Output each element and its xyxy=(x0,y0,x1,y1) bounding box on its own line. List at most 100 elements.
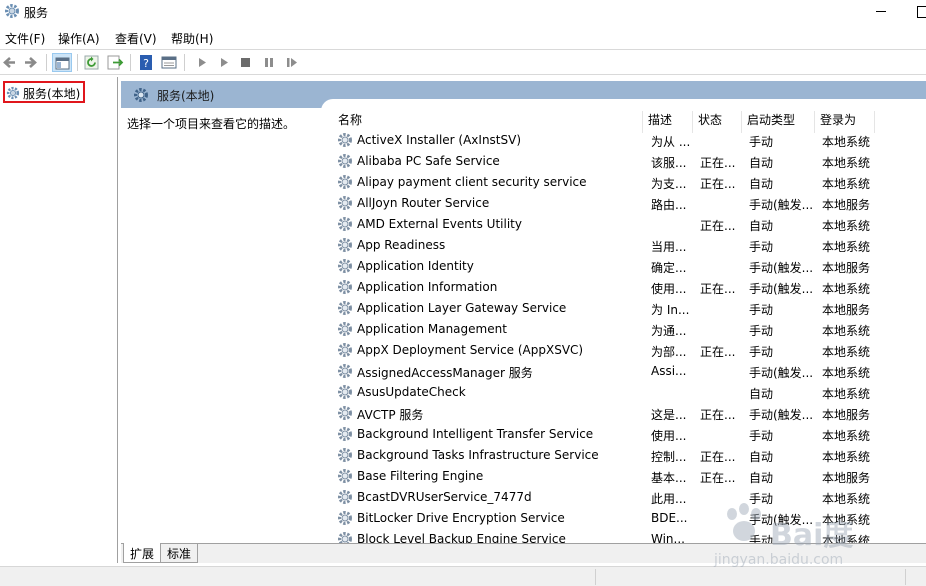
cell-status: 正在... xyxy=(700,282,736,296)
table-row[interactable]: Alibaba PC Safe Service 该服... 正在... 自动 本地系统 xyxy=(333,151,926,172)
cell-logon-as: 本地系统 xyxy=(822,429,871,443)
tab-standard[interactable]: 标准 xyxy=(160,543,199,563)
cell-logon-as: 本地系统 xyxy=(822,156,871,170)
table-row[interactable]: AMD External Events Utility 正在... 自动 本地系统 xyxy=(333,214,926,235)
back-arrow-icon[interactable] xyxy=(0,53,20,72)
service-gear-icon xyxy=(338,343,352,357)
table-row[interactable]: Background Tasks Infrastructure Service 控… xyxy=(333,445,926,466)
export-list-icon[interactable] xyxy=(105,53,125,72)
svg-text:?: ? xyxy=(143,57,149,70)
table-row[interactable]: ActiveX Installer (AxInstSV) 为从 ... 手动 本地系统 xyxy=(333,130,926,151)
cell-logon-as: 本地系统 xyxy=(822,345,871,359)
forward-arrow-icon[interactable] xyxy=(21,53,41,72)
cell-name: Application Information xyxy=(357,280,498,294)
menu-bar: 文件(F) 操作(A) 查看(V) 帮助(H) xyxy=(0,27,926,47)
cell-name: Background Tasks Infrastructure Service xyxy=(357,448,599,462)
cell-description: 为 In... xyxy=(651,303,690,317)
table-row[interactable]: Application Management 为通... 手动 本地系统 xyxy=(333,319,926,340)
pane-title: 服务(本地) xyxy=(157,89,215,103)
gear-icon xyxy=(134,88,148,102)
service-gear-icon xyxy=(338,532,352,543)
status-divider xyxy=(595,569,596,585)
cell-description: 该服... xyxy=(651,156,687,170)
cell-description: 为支... xyxy=(651,177,687,191)
tab-extended[interactable]: 扩展 xyxy=(123,543,162,563)
cell-name: Alibaba PC Safe Service xyxy=(357,154,500,168)
maximize-button[interactable] xyxy=(910,0,926,22)
cell-description: 此用... xyxy=(651,492,687,506)
cell-startup-type: 自动 xyxy=(749,450,774,464)
cell-logon-as: 本地系统 xyxy=(822,219,871,233)
cell-startup-type: 手动(触发... xyxy=(749,366,814,380)
cell-description: BDE... xyxy=(651,511,688,525)
cell-name: App Readiness xyxy=(357,238,446,252)
minimize-button[interactable] xyxy=(868,0,896,22)
service-gear-icon xyxy=(338,280,352,294)
cell-startup-type: 手动 xyxy=(749,135,774,149)
cell-name: AllJoyn Router Service xyxy=(357,196,490,210)
table-row[interactable]: Background Intelligent Transfer Service 使… xyxy=(333,424,926,445)
toolbar-separator xyxy=(184,54,185,71)
cell-status: 正在... xyxy=(700,177,736,191)
cell-startup-type: 手动(触发... xyxy=(749,261,814,275)
watermark-logo-text: Bai度 xyxy=(770,518,854,553)
restart-service-icon[interactable] xyxy=(282,53,302,72)
help-icon[interactable]: ? xyxy=(136,53,156,72)
toolbar-separator xyxy=(77,54,78,71)
cell-startup-type: 手动 xyxy=(749,429,774,443)
cell-name: Application Layer Gateway Service xyxy=(357,301,567,315)
cell-description: 基本... xyxy=(651,471,687,485)
service-gear-icon xyxy=(338,427,352,441)
service-gear-icon xyxy=(338,259,352,273)
service-gear-icon xyxy=(338,364,352,378)
cell-status: 正在... xyxy=(700,450,736,464)
service-gear-icon xyxy=(338,406,352,420)
menu-file[interactable]: 文件(F) xyxy=(5,30,45,47)
menu-view[interactable]: 查看(V) xyxy=(115,30,157,47)
refresh-icon[interactable] xyxy=(82,53,102,72)
cell-name: ActiveX Installer (AxInstSV) xyxy=(357,133,522,147)
cell-description: 这是... xyxy=(651,408,687,422)
tree-node-services-local[interactable]: 服务(本地) xyxy=(3,81,86,103)
table-row[interactable]: AVCTP 服务 这是... 正在... 手动(触发... 本地服务 xyxy=(333,403,926,424)
cell-description: 确定... xyxy=(651,261,687,275)
status-divider xyxy=(905,569,906,585)
cell-status: 正在... xyxy=(700,156,736,170)
cell-name: AMD External Events Utility xyxy=(357,217,522,231)
description-text: 选择一个项目来查看它的描述。 xyxy=(127,117,296,131)
cell-description: 为部... xyxy=(651,345,687,359)
cell-name: Base Filtering Engine xyxy=(357,469,484,483)
show-console-tree-icon[interactable] xyxy=(52,53,72,72)
table-row[interactable]: AsusUpdateCheck 自动 本地系统 xyxy=(333,382,926,403)
table-row[interactable]: Application Information 使用... 正在... 手动(触发..… xyxy=(333,277,926,298)
table-row[interactable]: Application Layer Gateway Service 为 In...… xyxy=(333,298,926,319)
cell-logon-as: 本地服务 xyxy=(822,198,871,212)
cell-name: AssignedAccessManager 服务 xyxy=(357,366,533,380)
table-row[interactable]: AllJoyn Router Service 路由... 手动(触发... 本地服务 xyxy=(333,193,926,214)
cell-startup-type: 自动 xyxy=(749,219,774,233)
menu-help[interactable]: 帮助(H) xyxy=(171,30,213,47)
start-alt-icon[interactable] xyxy=(214,53,234,72)
cell-logon-as: 本地服务 xyxy=(822,408,871,422)
service-gear-icon xyxy=(338,301,352,315)
services-window: 服务 文件(F) 操作(A) 查看(V) 帮助(H) ? 服务(本地) 服务(本… xyxy=(0,0,926,586)
cell-logon-as: 本地系统 xyxy=(822,240,871,254)
baidu-watermark: Bai度 jingyan.baidu.com xyxy=(700,480,900,580)
cell-name: AVCTP 服务 xyxy=(357,408,424,422)
cell-status: 正在... xyxy=(700,219,736,233)
table-row[interactable]: AppX Deployment Service (AppXSVC) 为部... 正在… xyxy=(333,340,926,361)
stop-service-icon[interactable] xyxy=(236,53,256,72)
cell-startup-type: 自动 xyxy=(749,177,774,191)
menu-action[interactable]: 操作(A) xyxy=(58,30,100,47)
cell-startup-type: 手动 xyxy=(749,345,774,359)
pause-service-icon[interactable] xyxy=(259,53,279,72)
cell-description: 使用... xyxy=(651,282,687,296)
table-row[interactable]: Alipay payment client security service 为支… xyxy=(333,172,926,193)
cell-startup-type: 手动(触发... xyxy=(749,282,814,296)
table-row[interactable]: AssignedAccessManager 服务 Assi... 手动(触发... 本… xyxy=(333,361,926,382)
cell-startup-type: 手动 xyxy=(749,240,774,254)
table-row[interactable]: Application Identity 确定... 手动(触发... 本地服务 xyxy=(333,256,926,277)
start-service-icon[interactable] xyxy=(192,53,212,72)
properties-icon[interactable] xyxy=(159,53,179,72)
table-row[interactable]: App Readiness 当用... 手动 本地系统 xyxy=(333,235,926,256)
